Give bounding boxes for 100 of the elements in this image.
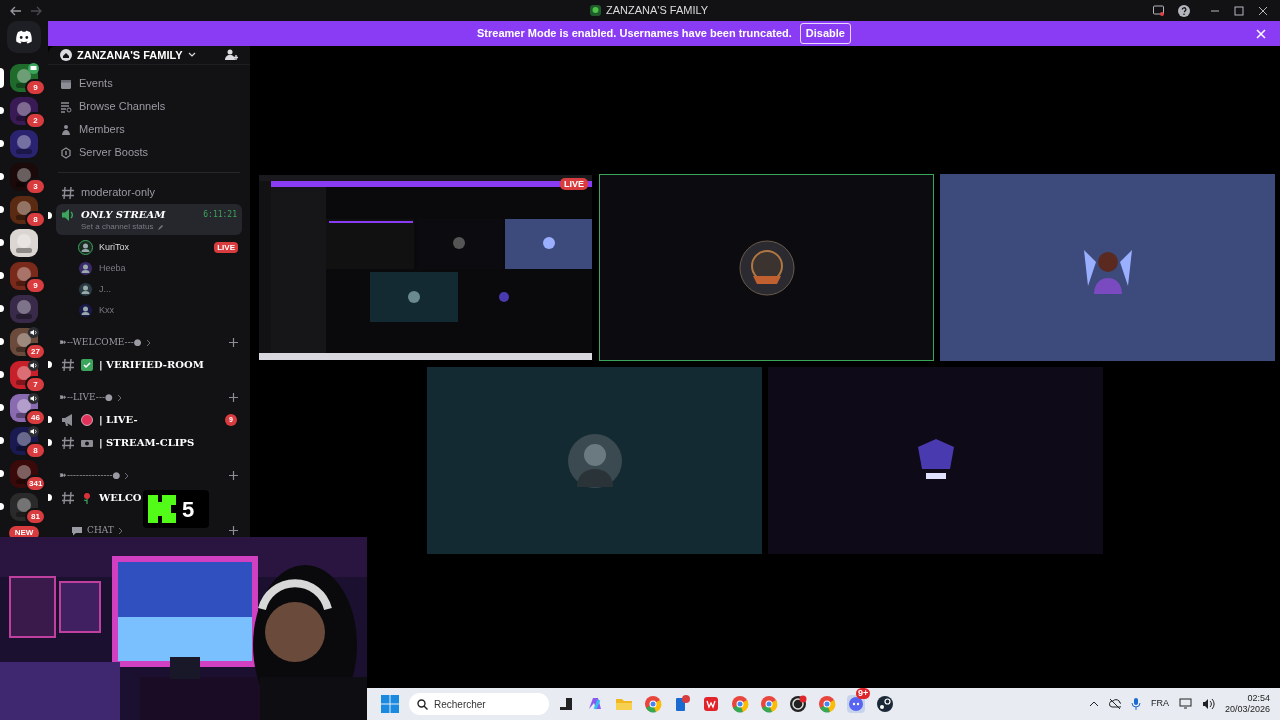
speaker-icon	[28, 393, 39, 404]
search-icon	[417, 698, 428, 710]
call-timer: 6:11:21	[203, 208, 237, 221]
browser-icon[interactable]	[760, 695, 778, 713]
window-title: ZANZANA'S FAMILY	[606, 3, 709, 19]
back-icon[interactable]	[10, 5, 22, 16]
chevron-right-icon	[116, 393, 123, 402]
channel-item[interactable]: moderator-only	[56, 181, 242, 204]
unread-indicator	[0, 239, 4, 246]
avatar	[566, 432, 623, 489]
browse-icon	[60, 100, 72, 113]
voice-member[interactable]: KuriTox LIVE	[78, 237, 242, 258]
stream-tile[interactable]	[940, 174, 1275, 361]
channel-status[interactable]: Set a channel status	[81, 222, 154, 232]
unread-indicator	[0, 140, 4, 147]
server-name[interactable]: ZANZANA'S FAMILY	[77, 46, 183, 64]
inbox-icon[interactable]	[1153, 5, 1164, 16]
stream-tile[interactable]	[768, 367, 1103, 554]
chevron-up-icon[interactable]	[1088, 701, 1099, 707]
home-button[interactable]	[7, 21, 41, 53]
chevron-right-icon	[145, 338, 152, 347]
cloud-off-icon[interactable]	[1108, 698, 1121, 710]
server-icon[interactable]	[10, 195, 38, 224]
disable-button[interactable]: Disable	[799, 23, 851, 44]
browser-icon[interactable]	[731, 695, 749, 713]
unread-indicator	[0, 173, 4, 180]
close-icon[interactable]	[1258, 5, 1268, 16]
speaker-icon	[61, 207, 75, 222]
events-icon	[60, 77, 72, 90]
notification-badge: 2	[25, 112, 46, 129]
unread-indicator	[48, 494, 52, 501]
search-field[interactable]: Rechercher	[434, 696, 534, 712]
menu-item[interactable]: Members	[58, 118, 240, 141]
search-bar[interactable]: Rechercher	[409, 693, 549, 715]
maximize-icon[interactable]	[1234, 5, 1244, 16]
unread-indicator	[48, 212, 52, 219]
category-label[interactable]: ➽---------------●	[59, 468, 121, 483]
voice-member[interactable]: Kxx	[78, 300, 242, 321]
notification-badge: 9+	[856, 688, 871, 699]
clock[interactable]: 02:54 20/03/2026	[1224, 693, 1270, 715]
window-icon[interactable]	[557, 695, 575, 713]
boosts-icon	[60, 146, 72, 159]
server-icon[interactable]	[10, 228, 38, 257]
add-channel-icon[interactable]	[229, 471, 238, 480]
menu-item[interactable]: Browse Channels	[58, 95, 240, 118]
screen-share-icon	[28, 63, 39, 74]
voice-member[interactable]: J...	[78, 279, 242, 300]
notification-badge: 9	[25, 277, 46, 294]
windows-start-icon[interactable]	[381, 695, 399, 713]
notification-badge: 81	[25, 508, 46, 525]
menu-item[interactable]: Events	[58, 72, 240, 95]
record-icon	[81, 413, 93, 426]
unread-indicator	[0, 470, 4, 477]
add-channel-icon[interactable]	[229, 526, 238, 535]
channel-item[interactable]: | VERIFIED-ROOM	[56, 353, 242, 376]
category-label[interactable]: ➽--LIVE---●	[59, 390, 113, 405]
category-label[interactable]: CHAT	[87, 523, 114, 538]
unread-indicator	[0, 437, 4, 444]
microphone-icon[interactable]	[1130, 698, 1141, 710]
voice-member[interactable]: Heeba	[78, 258, 242, 279]
stream-tile[interactable]: LIVE	[258, 174, 593, 361]
chevron-right-icon	[117, 526, 124, 535]
language-indicator[interactable]: FRA	[1150, 697, 1169, 711]
unread-indicator	[0, 503, 4, 510]
avatar	[738, 239, 795, 296]
community-icon	[60, 49, 72, 61]
help-icon[interactable]	[1178, 4, 1190, 17]
browser-icon[interactable]	[818, 695, 836, 713]
add-member-icon[interactable]	[225, 49, 238, 61]
speaker-icon	[28, 426, 39, 437]
stream-tile[interactable]	[427, 367, 762, 554]
notification-badge: 8	[25, 211, 46, 228]
category-label[interactable]: ➽--WELCOME---●	[59, 335, 142, 350]
network-icon[interactable]	[1178, 698, 1192, 710]
megaphone-icon	[61, 412, 75, 427]
hash-icon	[61, 357, 75, 372]
speaker-icon	[28, 360, 39, 371]
menu-item[interactable]: Server Boosts	[58, 141, 240, 164]
unread-indicator	[0, 338, 4, 345]
channel-item[interactable]: | STREAM-CLIPS	[56, 431, 242, 454]
hash-icon	[61, 435, 75, 450]
notification-badge: 7	[25, 376, 46, 393]
server-icon[interactable]	[10, 492, 38, 521]
record-icon[interactable]	[789, 695, 807, 713]
viewer-count: 5	[182, 495, 195, 524]
add-channel-icon[interactable]	[229, 338, 238, 347]
unread-indicator	[0, 404, 4, 411]
browser-icon[interactable]	[644, 695, 662, 713]
phone-icon[interactable]	[673, 695, 691, 713]
unread-indicator	[48, 361, 52, 368]
document-icon[interactable]	[702, 695, 720, 713]
speaker-icon	[28, 327, 39, 338]
avatar	[78, 240, 93, 255]
add-channel-icon[interactable]	[229, 393, 238, 402]
stream-tile[interactable]	[599, 174, 934, 361]
volume-icon[interactable]	[1201, 698, 1215, 710]
checkbox-icon	[81, 358, 93, 371]
members-icon	[60, 123, 72, 136]
notification-badge: 27	[25, 343, 46, 360]
unread-indicator	[48, 416, 52, 423]
